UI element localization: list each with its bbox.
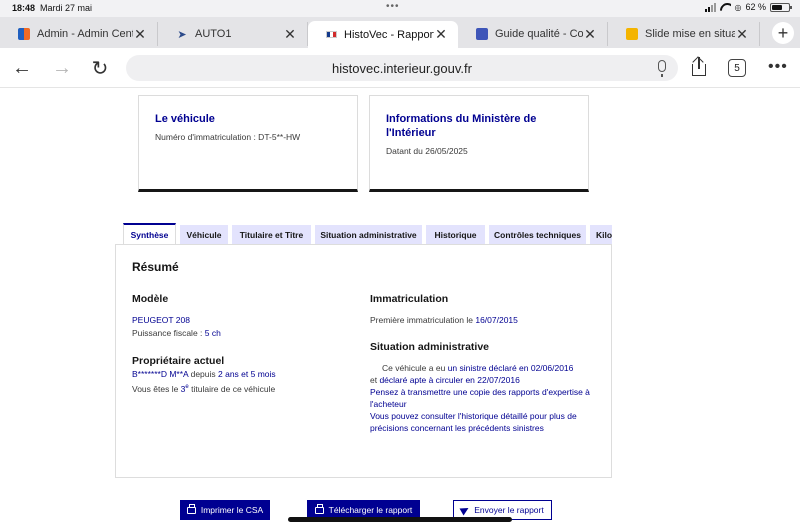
immatriculation-heading: Immatriculation	[370, 293, 449, 305]
new-tab-button[interactable]: +	[772, 22, 794, 44]
model-value: PEUGEOT 208	[132, 315, 190, 325]
close-tab-icon[interactable]: ✕	[434, 26, 448, 43]
reload-icon[interactable]: ↻	[88, 56, 112, 80]
microphone-icon[interactable]	[658, 60, 666, 77]
more-options-icon[interactable]: •••	[768, 58, 788, 76]
vehicle-card-title: Le véhicule	[155, 113, 215, 125]
tab-titulaire[interactable]: Titulaire et Titre	[232, 225, 311, 245]
status-date: Mardi 27 mai	[40, 3, 93, 13]
close-tab-icon[interactable]: ✕	[283, 26, 297, 43]
report-tabs: Synthèse Véhicule Titulaire et Titre Sit…	[122, 223, 612, 245]
send-report-label: Envoyer le rapport	[474, 505, 544, 515]
first-immat-date: 16/07/2015	[475, 315, 518, 325]
ministry-card: Informations du Ministère de l'Intérieur…	[369, 95, 589, 192]
browser-tab-auto1[interactable]: ➤ AUTO1 ✕	[158, 22, 308, 46]
holder-suffix: titulaire de ce véhicule	[188, 383, 276, 394]
back-arrow-icon[interactable]: ←	[10, 56, 34, 80]
tab-title: HistoVec - Rapport v	[344, 28, 434, 41]
status-bar: 18:48 Mardi 27 mai ••• ◎ 62 %	[0, 0, 800, 17]
expertise-reminder: Pensez à transmettre une copie des rappo…	[370, 387, 590, 409]
status-time: 18:48	[12, 3, 36, 13]
share-icon[interactable]	[690, 56, 708, 77]
tab-controles-techniques[interactable]: Contrôles techniques	[489, 225, 586, 245]
browser-tab-admin[interactable]: Admin - Admin Cent ✕	[0, 22, 158, 46]
history-advice[interactable]: Vous pouvez consulter l'historique détai…	[370, 411, 602, 434]
wifi-icon	[720, 3, 731, 12]
summary-panel: Résumé Modèle PEUGEOT 208 Puissance fisc…	[115, 244, 612, 478]
holder-rank-line: Vous êtes le 3e titulaire de ce véhicule	[132, 382, 275, 395]
location-icon: ◎	[734, 2, 742, 12]
browser-tab-histovec[interactable]: HistoVec - Rapport v ✕	[308, 21, 458, 48]
admin-line-1: Ce véhicule a eu un sinistre déclaré en …	[382, 363, 573, 375]
address-bar[interactable]: histovec.interieur.gouv.fr	[126, 55, 678, 81]
first-immat-label: Première immatriculation le	[370, 315, 476, 325]
browser-tab-slide[interactable]: Slide mise en situat ✕	[608, 22, 760, 46]
owner-name: B*******D M**A	[132, 369, 189, 379]
tab-title: Guide qualité - Com	[495, 28, 583, 40]
tab-kilometrage[interactable]: Kilométrage	[590, 225, 612, 245]
browser-toolbar: ← → ↻ histovec.interieur.gouv.fr 5 •••	[0, 48, 800, 88]
close-tab-icon[interactable]: ✕	[583, 26, 597, 43]
apte-circuler-link[interactable]: déclaré apte à circuler en 22/07/2016	[379, 375, 519, 385]
vehicle-card: Le véhicule Numéro d'immatriculation : D…	[138, 95, 358, 192]
fiscal-power: Puissance fiscale : 5 ch	[132, 328, 221, 340]
tab-historique[interactable]: Historique	[426, 225, 485, 245]
auto1-favicon-icon: ➤	[177, 28, 187, 41]
owner-since-label: depuis	[188, 369, 219, 379]
ministry-date: Datant du 26/05/2025	[386, 146, 468, 156]
owner-since-value: 2 ans et 5 mois	[218, 369, 276, 379]
battery-icon	[770, 2, 792, 12]
slides-favicon-icon	[626, 28, 638, 40]
owner-heading: Propriétaire actuel	[132, 355, 225, 367]
tab-count-button[interactable]: 5	[728, 59, 746, 77]
print-csa-button[interactable]: Imprimer le CSA	[180, 500, 270, 520]
paper-plane-icon	[459, 504, 471, 516]
close-tab-icon[interactable]: ✕	[133, 26, 147, 43]
first-immatriculation: Première immatriculation le 16/07/2015	[370, 315, 518, 327]
ministry-card-title: Informations du Ministère de l'Intérieur	[386, 113, 537, 139]
battery-percent: 62 %	[745, 2, 766, 12]
browser-tab-bar: Admin - Admin Cent ✕ ➤ AUTO1 ✕ HistoVec …	[0, 17, 800, 48]
document-favicon-icon	[476, 28, 488, 40]
download-icon	[314, 503, 324, 514]
model-heading: Modèle	[132, 293, 169, 305]
browser-tab-guide[interactable]: Guide qualité - Com ✕	[458, 22, 608, 46]
registration-number: Numéro d'immatriculation : DT-5**-HW	[155, 132, 301, 142]
tab-vehicule[interactable]: Véhicule	[180, 225, 228, 245]
home-indicator[interactable]	[288, 517, 512, 522]
tab-situation-administrative[interactable]: Situation administrative	[315, 225, 422, 245]
tab-title: AUTO1	[195, 28, 232, 40]
multitask-dots[interactable]: •••	[386, 1, 400, 12]
holder-prefix: Vous êtes le	[132, 383, 181, 394]
admin-line1-prefix: Ce véhicule a eu	[382, 363, 448, 373]
url-text: histovec.interieur.gouv.fr	[332, 60, 472, 76]
close-tab-icon[interactable]: ✕	[735, 26, 749, 43]
cellular-signal-icon	[704, 2, 716, 12]
summary-title: Résumé	[132, 260, 179, 274]
owner-line: B*******D M**A depuis 2 ans et 5 mois	[132, 369, 276, 381]
admin-line-2: et déclaré apte à circuler en 22/07/2016	[370, 375, 520, 387]
fiscal-power-value: 5 ch	[204, 328, 221, 338]
tab-title: Admin - Admin Cent	[37, 28, 133, 40]
sinistre-link[interactable]: un sinistre déclaré en 02/06/2016	[448, 363, 574, 373]
status-indicators: ◎ 62 %	[704, 2, 792, 12]
fiscal-power-label: Puissance fiscale :	[132, 328, 205, 338]
tab-synthese[interactable]: Synthèse	[123, 223, 176, 245]
page-content: Le véhicule Numéro d'immatriculation : D…	[0, 89, 800, 525]
download-report-label: Télécharger le rapport	[328, 505, 413, 515]
admin-situation-heading: Situation administrative	[370, 341, 490, 353]
admin-favicon-icon	[18, 28, 30, 40]
print-csa-label: Imprimer le CSA	[200, 505, 264, 515]
tab-title: Slide mise en situat	[645, 28, 735, 40]
forward-arrow-icon[interactable]: →	[50, 56, 74, 80]
printer-icon	[186, 503, 196, 514]
french-flag-favicon-icon	[326, 31, 337, 38]
